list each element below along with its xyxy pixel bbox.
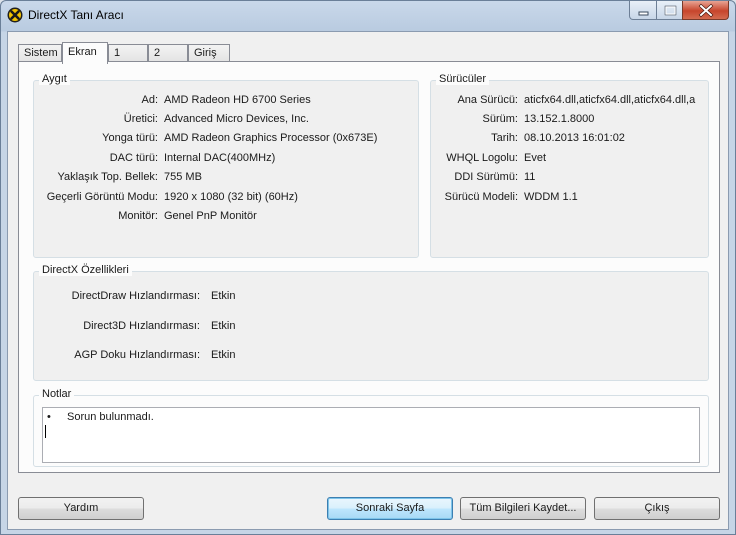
device-label: Ad: bbox=[141, 94, 158, 106]
device-label: Yonga türü: bbox=[102, 132, 158, 144]
directx-x-icon bbox=[7, 7, 23, 23]
device-value: AMD Radeon Graphics Processor (0x673E) bbox=[164, 132, 378, 144]
save-all-info-button[interactable]: Tüm Bilgileri Kaydet... bbox=[460, 497, 586, 520]
driver-value: 11 bbox=[524, 171, 536, 183]
driver-value: 13.152.1.8000 bbox=[524, 113, 595, 125]
driver-label: DDI Sürümü: bbox=[454, 171, 518, 183]
notes-group: Notlar • Sorun bulunmadı. bbox=[33, 388, 709, 467]
maximize-button[interactable] bbox=[656, 1, 683, 20]
minimize-button[interactable] bbox=[629, 1, 657, 20]
client-area: Sistem Ekran 1 Sesi 2 Sesi Giriş Aygıt A… bbox=[7, 31, 729, 530]
notes-bullet: • bbox=[47, 411, 51, 423]
next-page-button[interactable]: Sonraki Sayfa bbox=[327, 497, 453, 520]
tab-sistem[interactable]: Sistem bbox=[18, 44, 62, 62]
device-label: Üretici: bbox=[123, 113, 158, 125]
drivers-group-title: Sürücüler bbox=[436, 73, 490, 85]
directx-features-group: DirectX Özellikleri DirectDraw Hızlandır… bbox=[33, 264, 709, 381]
tab-giris[interactable]: Giriş bbox=[188, 44, 230, 62]
text-caret bbox=[45, 425, 46, 438]
app-window: DirectX Tanı Aracı Sistem Ekran 1 Sesi 2… bbox=[0, 0, 736, 535]
feature-value: Etkin bbox=[211, 320, 236, 332]
feature-label: Direct3D Hızlandırması: bbox=[83, 320, 200, 332]
device-label: Yaklaşık Top. Bellek: bbox=[57, 171, 158, 183]
driver-label: Sürücü Modeli: bbox=[444, 191, 518, 203]
driver-value: aticfx64.dll,aticfx64.dll,aticfx64.dll,a bbox=[524, 94, 696, 106]
driver-value: WDDM 1.1 bbox=[524, 191, 578, 203]
driver-label: Tarih: bbox=[491, 132, 518, 144]
display-tab-panel: Aygıt Ad: AMD Radeon HD 6700 Series Üret… bbox=[18, 61, 720, 473]
device-value: 755 MB bbox=[164, 171, 202, 183]
device-label: Monitör: bbox=[118, 210, 158, 222]
notes-group-title: Notlar bbox=[39, 388, 75, 400]
notes-textarea[interactable]: • Sorun bulunmadı. bbox=[42, 407, 700, 463]
help-button[interactable]: Yardım bbox=[18, 497, 144, 520]
tab-1-sesi[interactable]: 1 Sesi bbox=[108, 44, 148, 76]
device-value: Advanced Micro Devices, Inc. bbox=[164, 113, 309, 125]
maximize-icon bbox=[664, 5, 677, 16]
minimize-icon bbox=[638, 11, 649, 16]
feature-value: Etkin bbox=[211, 349, 236, 361]
driver-label: Ana Sürücü: bbox=[457, 94, 518, 106]
drivers-group: Sürücüler Ana Sürücü: aticfx64.dll,aticf… bbox=[430, 73, 709, 258]
driver-value: 08.10.2013 16:01:02 bbox=[524, 132, 625, 144]
feature-label: DirectDraw Hızlandırması: bbox=[71, 290, 200, 302]
window-title: DirectX Tanı Aracı bbox=[28, 8, 124, 22]
close-icon bbox=[698, 3, 714, 18]
device-value: 1920 x 1080 (32 bit) (60Hz) bbox=[164, 191, 298, 203]
exit-button[interactable]: Çıkış bbox=[594, 497, 720, 520]
close-button[interactable] bbox=[682, 1, 729, 20]
features-group-title: DirectX Özellikleri bbox=[39, 264, 132, 276]
title-bar[interactable]: DirectX Tanı Aracı bbox=[1, 1, 735, 31]
device-label: Geçerli Görüntü Modu: bbox=[46, 191, 158, 203]
driver-label: Sürüm: bbox=[482, 113, 518, 125]
device-value: Genel PnP Monitör bbox=[164, 210, 257, 222]
device-group: Aygıt Ad: AMD Radeon HD 6700 Series Üret… bbox=[33, 73, 419, 258]
device-group-title: Aygıt bbox=[39, 73, 70, 85]
tab-ekran[interactable]: Ekran bbox=[62, 42, 108, 64]
feature-label: AGP Doku Hızlandırması: bbox=[74, 349, 200, 361]
device-label: DAC türü: bbox=[109, 152, 158, 164]
device-value: AMD Radeon HD 6700 Series bbox=[164, 94, 311, 106]
device-value: Internal DAC(400MHz) bbox=[164, 152, 276, 164]
driver-label: WHQL Logolu: bbox=[446, 152, 518, 164]
feature-value: Etkin bbox=[211, 290, 236, 302]
driver-value: Evet bbox=[524, 152, 547, 164]
notes-text: Sorun bulunmadı. bbox=[67, 411, 154, 423]
tab-2-sesi[interactable]: 2 Sesi bbox=[148, 44, 188, 76]
